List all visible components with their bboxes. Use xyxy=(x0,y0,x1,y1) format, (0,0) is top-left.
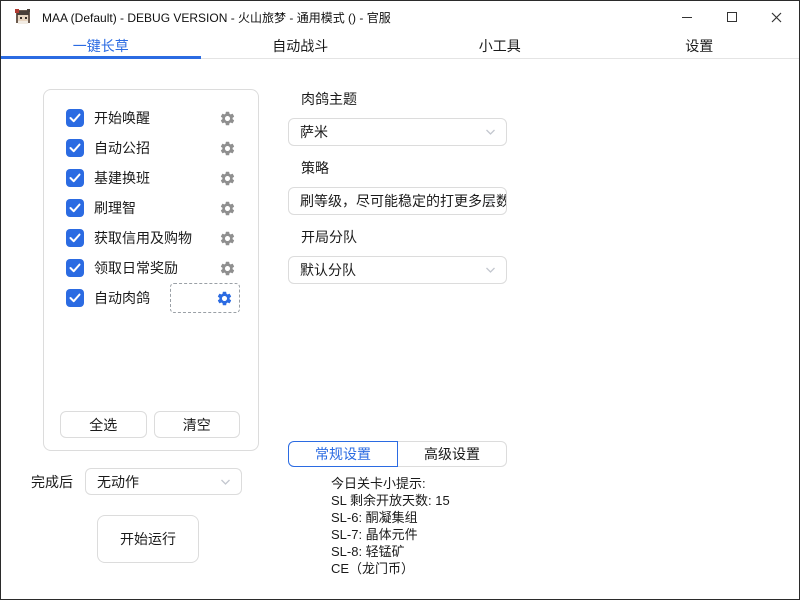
gear-icon[interactable] xyxy=(219,200,236,217)
main-tabbar: 一键长草 自动战斗 小工具 设置 xyxy=(1,33,799,59)
task-row-roguelike: 自动肉鸽 xyxy=(44,283,258,313)
chevron-down-icon xyxy=(484,264,497,277)
task-row-mall: 获取信用及购物 xyxy=(44,223,258,253)
daily-stage-tips: 今日关卡小提示: SL 剩余开放天数: 15 SL-6: 酮凝集组 SL-7: … xyxy=(331,475,450,577)
theme-field: 肉鸽主题 萨米 xyxy=(288,89,507,146)
gear-icon[interactable] xyxy=(219,140,236,157)
advanced-settings-tab[interactable]: 高级设置 xyxy=(398,441,507,467)
tip-line: SL-7: 晶体元件 xyxy=(331,526,450,543)
tip-line: SL-8: 轻锰矿 xyxy=(331,543,450,560)
task-rows: 开始唤醒 自动公招 基建换班 刷理智 xyxy=(44,90,258,313)
checkbox-checked[interactable] xyxy=(66,109,84,127)
roguelike-settings-panel: 肉鸽主题 萨米 策略 刷等级，尽可能稳定的打更多层数 开局分队 默认分队 xyxy=(288,89,507,296)
strategy-dropdown[interactable]: 刷等级，尽可能稳定的打更多层数 xyxy=(288,187,507,215)
minimize-button[interactable] xyxy=(664,2,709,33)
task-list-card: 开始唤醒 自动公招 基建换班 刷理智 xyxy=(43,89,259,451)
checkbox-checked[interactable] xyxy=(66,259,84,277)
task-label: 领取日常奖励 xyxy=(94,258,178,278)
tip-line: CE（龙门币） xyxy=(331,560,450,577)
checkbox-checked[interactable] xyxy=(66,169,84,187)
squad-dropdown[interactable]: 默认分队 xyxy=(288,256,507,284)
task-label: 开始唤醒 xyxy=(94,108,150,128)
chevron-down-icon xyxy=(484,195,497,208)
task-row-fight: 刷理智 xyxy=(44,193,258,223)
tip-line: SL-6: 酮凝集组 xyxy=(331,509,450,526)
task-row-recruit: 自动公招 xyxy=(44,133,258,163)
tab-label: 一键长草 xyxy=(73,36,129,56)
task-row-wakeup: 开始唤醒 xyxy=(44,103,258,133)
checkbox-checked[interactable] xyxy=(66,139,84,157)
tab-farming[interactable]: 一键长草 xyxy=(1,33,201,58)
tab-label: 自动战斗 xyxy=(272,36,328,56)
settings-tab-switch: 常规设置 高级设置 xyxy=(288,441,507,467)
app-window: MAA (Default) - DEBUG VERSION - 火山旅梦 - 通… xyxy=(0,0,800,600)
maximize-button[interactable] xyxy=(709,2,754,33)
main-content: 开始唤醒 自动公招 基建换班 刷理智 xyxy=(1,59,799,599)
task-row-infrast: 基建换班 xyxy=(44,163,258,193)
general-settings-tab[interactable]: 常规设置 xyxy=(288,441,398,467)
focused-gear-button[interactable] xyxy=(170,283,240,313)
gear-icon-active xyxy=(216,290,233,307)
maximize-icon xyxy=(727,12,737,22)
task-label: 自动肉鸽 xyxy=(94,288,150,308)
theme-value: 萨米 xyxy=(300,122,328,142)
task-label: 刷理智 xyxy=(94,198,136,218)
strategy-label: 策略 xyxy=(301,158,507,178)
select-all-button[interactable]: 全选 xyxy=(60,411,147,438)
after-completion-dropdown[interactable]: 无动作 xyxy=(85,468,242,495)
task-row-award: 领取日常奖励 xyxy=(44,253,258,283)
tab-label: 设置 xyxy=(685,36,713,56)
after-completion-label: 完成后 xyxy=(31,472,73,492)
checkbox-checked[interactable] xyxy=(66,229,84,247)
task-label: 自动公招 xyxy=(94,138,150,158)
after-completion-row: 完成后 无动作 xyxy=(31,468,242,495)
task-label: 获取信用及购物 xyxy=(94,228,192,248)
close-button[interactable] xyxy=(754,2,799,33)
checkbox-checked[interactable] xyxy=(66,289,84,307)
tip-line: SL 剩余开放天数: 15 xyxy=(331,492,450,509)
after-completion-value: 无动作 xyxy=(97,472,139,492)
tab-copilot[interactable]: 自动战斗 xyxy=(201,33,401,58)
strategy-field: 策略 刷等级，尽可能稳定的打更多层数 xyxy=(288,158,507,215)
tab-tools[interactable]: 小工具 xyxy=(400,33,600,58)
gear-icon[interactable] xyxy=(219,110,236,127)
tab-label: 小工具 xyxy=(479,36,521,56)
squad-value: 默认分队 xyxy=(300,260,356,280)
task-label: 基建换班 xyxy=(94,168,150,188)
tab-settings[interactable]: 设置 xyxy=(600,33,800,58)
task-card-buttons: 全选 清空 xyxy=(60,411,240,438)
start-run-button[interactable]: 开始运行 xyxy=(97,515,199,563)
minimize-icon xyxy=(682,17,692,18)
clear-button[interactable]: 清空 xyxy=(154,411,241,438)
close-icon xyxy=(771,12,782,23)
titlebar: MAA (Default) - DEBUG VERSION - 火山旅梦 - 通… xyxy=(1,1,799,33)
theme-label: 肉鸽主题 xyxy=(301,89,507,109)
chevron-down-icon xyxy=(219,475,232,488)
chevron-down-icon xyxy=(484,126,497,139)
gear-icon[interactable] xyxy=(219,230,236,247)
strategy-value: 刷等级，尽可能稳定的打更多层数 xyxy=(300,191,507,211)
tip-line: 今日关卡小提示: xyxy=(331,475,450,492)
gear-icon[interactable] xyxy=(219,260,236,277)
squad-field: 开局分队 默认分队 xyxy=(288,227,507,284)
gear-icon[interactable] xyxy=(219,170,236,187)
app-icon xyxy=(13,7,33,27)
checkbox-checked[interactable] xyxy=(66,199,84,217)
window-title: MAA (Default) - DEBUG VERSION - 火山旅梦 - 通… xyxy=(42,9,391,26)
squad-label: 开局分队 xyxy=(301,227,507,247)
theme-dropdown[interactable]: 萨米 xyxy=(288,118,507,146)
